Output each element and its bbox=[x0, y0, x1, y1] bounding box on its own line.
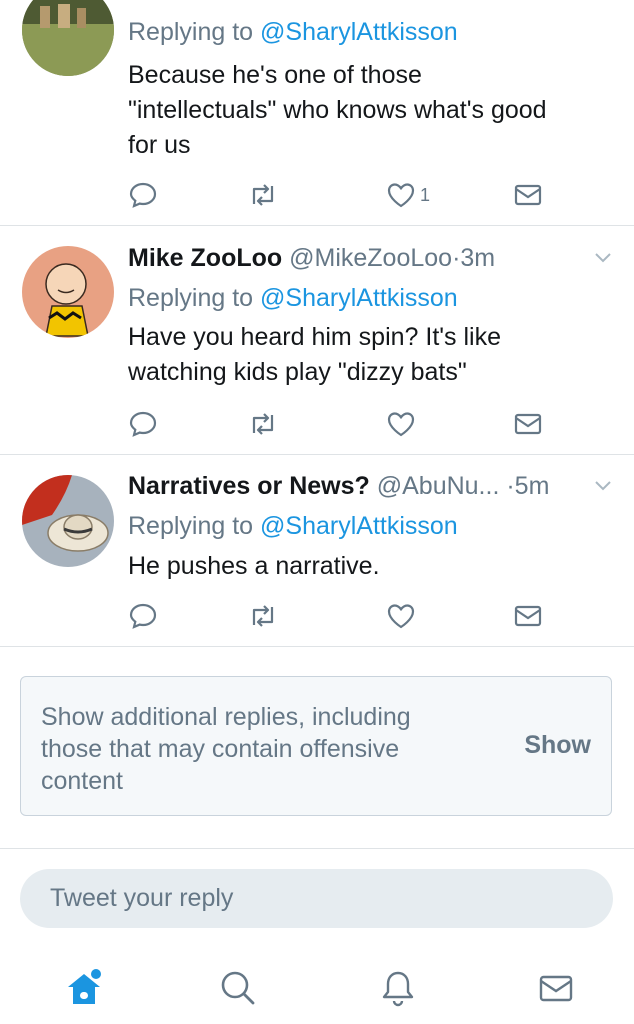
chevron-down-icon[interactable] bbox=[592, 474, 614, 496]
divider bbox=[0, 848, 634, 849]
retweet-button[interactable] bbox=[246, 180, 280, 210]
like-icon bbox=[387, 183, 415, 208]
tweet[interactable]: Mike ZooLoo @MikeZooLoo·3m Replying to @… bbox=[0, 226, 634, 455]
tweet-actions bbox=[128, 409, 548, 439]
retweet-button[interactable] bbox=[246, 409, 280, 439]
tweet[interactable]: Replying to @SharylAttkisson Because he'… bbox=[0, 0, 634, 226]
display-name[interactable]: Mike ZooLoo bbox=[128, 244, 282, 272]
like-icon bbox=[387, 412, 415, 437]
reply-button[interactable] bbox=[128, 180, 158, 210]
reply-button[interactable] bbox=[128, 409, 158, 439]
dm-icon bbox=[514, 413, 542, 435]
dm-button[interactable] bbox=[513, 601, 543, 631]
dm-icon bbox=[514, 605, 542, 627]
hat-avatar[interactable] bbox=[22, 475, 114, 567]
like-button[interactable] bbox=[386, 601, 416, 631]
tab-search[interactable] bbox=[214, 964, 262, 1012]
charlie-brown-avatar[interactable] bbox=[22, 246, 114, 338]
replying-to: Replying to @SharylAttkisson bbox=[128, 18, 458, 47]
home-icon bbox=[68, 969, 101, 1004]
reply-icon bbox=[129, 603, 157, 629]
replying-label: Replying to bbox=[128, 284, 261, 312]
tweet[interactable]: Narratives or News? @AbuNu... ·5m Replyi… bbox=[0, 455, 634, 647]
timestamp: 5m bbox=[514, 472, 550, 500]
tweet-header: Mike ZooLoo @MikeZooLoo·3m bbox=[128, 244, 614, 273]
timestamp: 3m bbox=[460, 244, 496, 272]
mention-link[interactable]: @SharylAttkisson bbox=[260, 512, 458, 540]
dm-button[interactable] bbox=[513, 409, 543, 439]
notifications-icon bbox=[382, 971, 414, 1007]
retweet-icon bbox=[252, 184, 274, 206]
replying-to: Replying to @SharylAttkisson bbox=[128, 284, 458, 313]
dm-button[interactable] bbox=[513, 180, 543, 210]
tab-notifications[interactable] bbox=[374, 964, 422, 1012]
like-count: 1 bbox=[420, 184, 431, 205]
tweet-text: Have you heard him spin? It's like watch… bbox=[128, 323, 502, 386]
tweet-reply-input[interactable]: Tweet your reply bbox=[20, 869, 613, 928]
search-icon bbox=[221, 971, 255, 1005]
user-handle[interactable]: @MikeZooLoo bbox=[289, 244, 452, 272]
bottom-tab-bar bbox=[0, 950, 634, 1024]
separator-dot: · bbox=[506, 472, 515, 500]
tweet-text: He pushes a narrative. bbox=[128, 552, 380, 580]
dm-icon bbox=[514, 184, 542, 206]
messages-icon bbox=[539, 975, 573, 1002]
show-button[interactable]: Show bbox=[524, 731, 591, 760]
reply-icon bbox=[129, 182, 157, 208]
tab-home[interactable] bbox=[60, 964, 108, 1012]
reply-button[interactable] bbox=[128, 601, 158, 631]
reply-icon bbox=[129, 411, 157, 437]
tweet-text: Because he's one of those "intellectuals… bbox=[128, 61, 547, 159]
mention-link[interactable]: @SharylAttkisson bbox=[260, 18, 458, 46]
like-button[interactable]: 1 bbox=[386, 180, 430, 210]
like-button[interactable] bbox=[386, 409, 416, 439]
tweet-actions bbox=[128, 601, 548, 631]
chevron-down-icon[interactable] bbox=[592, 246, 614, 268]
show-additional-replies-box[interactable]: Show additional replies, including those… bbox=[20, 676, 612, 816]
retweet-icon bbox=[252, 605, 274, 627]
replying-label: Replying to bbox=[128, 18, 261, 46]
tab-messages[interactable] bbox=[532, 964, 580, 1012]
show-additional-replies-text: Show additional replies, including those… bbox=[41, 703, 411, 795]
like-icon bbox=[387, 604, 415, 629]
retweet-icon bbox=[252, 413, 274, 435]
user-handle[interactable]: @AbuNu... bbox=[377, 472, 500, 500]
replying-label: Replying to bbox=[128, 512, 261, 540]
mention-link[interactable]: @SharylAttkisson bbox=[260, 284, 458, 312]
replying-to: Replying to @SharylAttkisson bbox=[128, 512, 458, 541]
retweet-button[interactable] bbox=[246, 601, 280, 631]
tweet-actions: 1 bbox=[128, 180, 548, 210]
display-name[interactable]: Narratives or News? bbox=[128, 472, 370, 500]
tweet-header: Narratives or News? @AbuNu... ·5m bbox=[128, 472, 614, 501]
landscape-avatar[interactable] bbox=[22, 0, 114, 76]
